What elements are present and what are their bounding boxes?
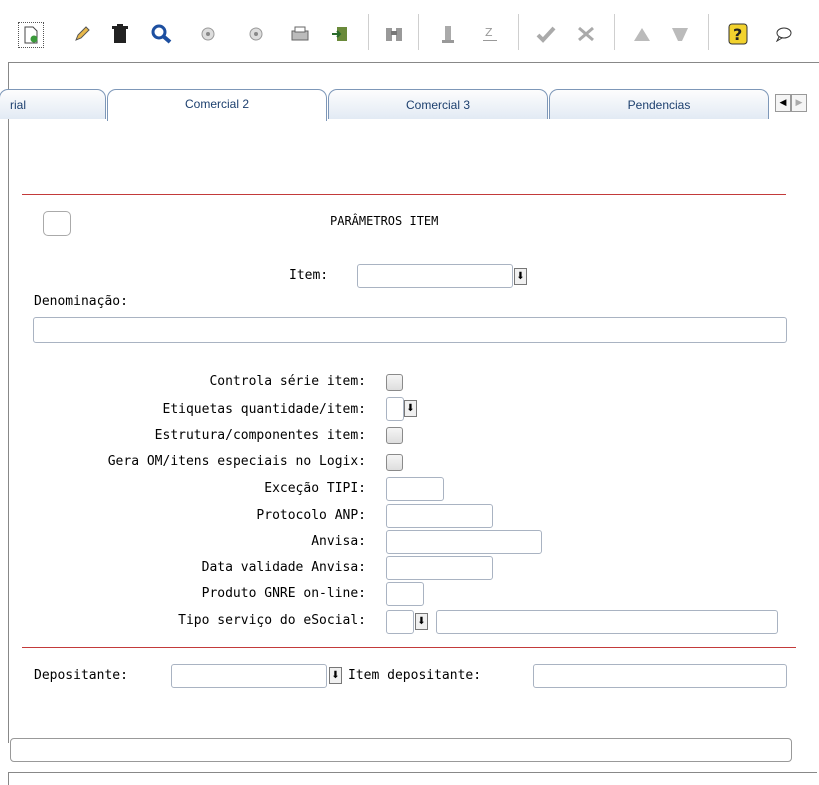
toolbar-separator xyxy=(518,14,519,50)
svg-text:?: ? xyxy=(733,25,742,44)
estrutura-label: Estrutura/componentes item: xyxy=(154,428,366,443)
toolbar-separator xyxy=(614,14,615,50)
next-record-icon[interactable] xyxy=(244,22,268,46)
etiquetas-label: Etiquetas quantidade/item: xyxy=(162,402,367,417)
etiquetas-input[interactable] xyxy=(386,397,404,421)
gera-om-label: Gera OM/itens especiais no Logix: xyxy=(107,454,366,469)
tab-label: Comercial 2 xyxy=(184,97,250,111)
item-depositante-input[interactable] xyxy=(533,664,787,688)
toolbar-separator xyxy=(708,14,709,50)
section-checkbox[interactable] xyxy=(43,211,71,236)
gera-om-checkbox[interactable] xyxy=(386,454,403,471)
produto-gnre-label: Produto GNRE on-line: xyxy=(201,586,366,601)
tab-comercial-1[interactable]: rial xyxy=(0,89,106,119)
filter-icon[interactable] xyxy=(668,22,692,46)
toolbar-separator xyxy=(368,14,369,50)
depositante-input[interactable] xyxy=(171,664,327,688)
confirm-check-icon[interactable] xyxy=(534,22,558,46)
item-label: Item: xyxy=(289,268,329,283)
delete-trash-icon[interactable] xyxy=(108,22,132,46)
data-validade-anvisa-label: Data validade Anvisa: xyxy=(201,560,366,575)
exit-icon[interactable] xyxy=(328,22,352,46)
controla-serie-label: Controla série item: xyxy=(209,374,366,389)
first-record-icon[interactable] xyxy=(436,22,460,46)
depositante-label: Depositante: xyxy=(34,668,128,683)
print-icon[interactable] xyxy=(288,22,312,46)
excecao-tipi-label: Exceção TIPI: xyxy=(264,481,366,496)
up-arrow-icon[interactable] xyxy=(630,22,654,46)
excecao-tipi-input[interactable] xyxy=(386,477,444,501)
tab-scroll-right-icon[interactable]: ▶ xyxy=(791,94,807,112)
anvisa-label: Anvisa: xyxy=(311,534,366,549)
svg-text:Z: Z xyxy=(485,26,493,39)
produto-gnre-input[interactable] xyxy=(386,582,424,606)
section-divider xyxy=(22,647,796,648)
footer-frame xyxy=(8,772,817,785)
comment-icon[interactable] xyxy=(772,22,796,46)
tipo-servico-esocial-input[interactable] xyxy=(386,610,414,634)
tab-pendencias[interactable]: Pendencias xyxy=(549,89,769,119)
edit-pencil-icon[interactable] xyxy=(70,22,94,46)
previous-record-icon[interactable] xyxy=(196,22,220,46)
item-depositante-label: Item depositante: xyxy=(348,668,482,683)
tab-label: Comercial 3 xyxy=(405,97,471,112)
toolbar-separator xyxy=(418,14,419,50)
tab-comercial-3[interactable]: Comercial 3 xyxy=(328,89,548,119)
denominacao-label: Denominação: xyxy=(34,294,128,309)
depositante-dropdown-icon[interactable]: ⬇ xyxy=(329,667,342,684)
tipo-servico-esocial-label: Tipo serviço do eSocial: xyxy=(178,613,366,628)
tab-comercial-2[interactable]: Comercial 2 xyxy=(107,89,327,121)
cancel-x-icon[interactable] xyxy=(574,22,598,46)
protocolo-anp-label: Protocolo ANP: xyxy=(256,508,366,523)
tipo-servico-dropdown-icon[interactable]: ⬇ xyxy=(415,613,428,630)
last-record-icon[interactable]: Z xyxy=(478,22,502,46)
section-divider xyxy=(22,194,786,195)
help-icon[interactable]: ? xyxy=(726,22,750,46)
tab-label: rial xyxy=(10,97,27,112)
section-title: PARÂMETROS ITEM xyxy=(330,214,439,228)
etiquetas-dropdown-icon[interactable]: ⬇ xyxy=(404,400,417,417)
item-dropdown-icon[interactable]: ⬇ xyxy=(514,268,527,285)
tab-scroll-left-icon[interactable]: ◀ xyxy=(775,94,791,112)
binoculars-icon[interactable] xyxy=(382,22,406,46)
controla-serie-checkbox[interactable] xyxy=(386,374,403,391)
tab-bar: rial Comercial 2 Comercial 3 Pendencias … xyxy=(0,89,819,121)
denominacao-input[interactable] xyxy=(33,317,787,343)
status-field xyxy=(10,738,792,762)
search-magnifier-icon[interactable] xyxy=(150,22,174,46)
data-validade-anvisa-input[interactable] xyxy=(386,556,493,580)
item-input[interactable] xyxy=(357,264,513,288)
toolbar: Z ? xyxy=(0,0,819,62)
protocolo-anp-input[interactable] xyxy=(386,504,493,528)
estrutura-checkbox[interactable] xyxy=(386,427,403,444)
tab-label: Pendencias xyxy=(627,97,691,112)
new-document-icon[interactable] xyxy=(18,22,44,48)
tipo-servico-descricao-input[interactable] xyxy=(436,610,778,634)
anvisa-input[interactable] xyxy=(386,530,542,554)
